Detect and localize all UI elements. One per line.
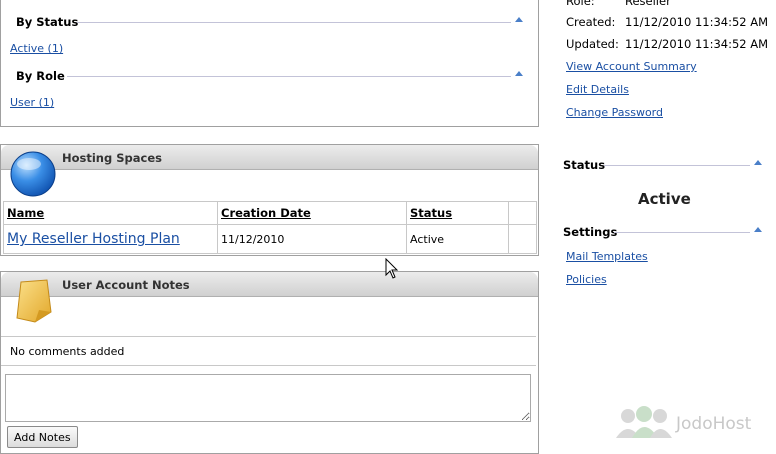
notes-textarea[interactable]: [5, 374, 531, 422]
role-label: Role:: [566, 0, 595, 8]
by-role-heading: By Role: [16, 69, 65, 83]
created-label: Created:: [566, 15, 616, 29]
policies-link[interactable]: Policies: [566, 273, 607, 286]
table-header-row: Name Creation Date Status: [3, 201, 537, 225]
user-account-notes-panel: User Account Notes No comments added Add…: [0, 271, 539, 454]
updated-label: Updated:: [566, 37, 619, 51]
notes-empty-row: No comments added: [1, 336, 536, 366]
updated-value: 11/12/2010 11:34:52 AM: [625, 37, 769, 51]
table-cell-status: Active: [406, 224, 509, 254]
filter-panel: By Status Active (1) By Role User (1): [0, 0, 539, 127]
hosting-spaces-panel: Hosting Spaces Name Creation Date Status…: [0, 144, 539, 256]
settings-heading: Settings: [563, 225, 618, 239]
table-cell-empty: [508, 224, 537, 254]
watermark-text: JodoHost: [676, 414, 752, 434]
role-value: Reseller: [625, 0, 671, 8]
hosting-spaces-title: Hosting Spaces: [62, 151, 162, 165]
mail-templates-link[interactable]: Mail Templates: [566, 250, 648, 263]
column-header-empty: [508, 201, 537, 225]
table-cell-name: My Reseller Hosting Plan: [3, 224, 218, 254]
column-header-name[interactable]: Name: [3, 201, 218, 225]
view-account-summary-link[interactable]: View Account Summary: [566, 60, 697, 73]
mouse-cursor-icon: [385, 258, 399, 279]
collapse-arrow-icon[interactable]: [754, 227, 762, 232]
divider: [77, 22, 511, 23]
status-heading: Status: [563, 158, 606, 172]
collapse-arrow-icon[interactable]: [515, 71, 523, 76]
column-header-status[interactable]: Status: [406, 201, 509, 225]
divider: [604, 165, 750, 166]
collapse-arrow-icon[interactable]: [515, 17, 523, 22]
notes-icon: [16, 279, 52, 323]
status-active-link[interactable]: Active (1): [10, 42, 63, 55]
globe-icon: [10, 151, 56, 197]
divider: [67, 76, 511, 77]
hosting-plan-link[interactable]: My Reseller Hosting Plan: [7, 231, 180, 247]
account-status-value: Active: [638, 190, 691, 208]
change-password-link[interactable]: Change Password: [566, 106, 663, 119]
hosting-spaces-table: Name Creation Date Status My Reseller Ho…: [3, 201, 537, 254]
role-user-link[interactable]: User (1): [10, 96, 54, 109]
no-comments-text: No comments added: [10, 345, 125, 358]
divider: [614, 232, 750, 233]
column-header-creation-date[interactable]: Creation Date: [217, 201, 407, 225]
by-status-heading: By Status: [16, 15, 79, 29]
collapse-arrow-icon[interactable]: [754, 160, 762, 165]
notes-title: User Account Notes: [62, 278, 190, 292]
table-cell-date: 11/12/2010: [217, 224, 407, 254]
created-value: 11/12/2010 11:34:52 AM: [625, 15, 769, 29]
add-notes-button[interactable]: Add Notes: [7, 426, 78, 448]
table-row: My Reseller Hosting Plan 11/12/2010 Acti…: [3, 224, 537, 254]
edit-details-link[interactable]: Edit Details: [566, 83, 629, 96]
